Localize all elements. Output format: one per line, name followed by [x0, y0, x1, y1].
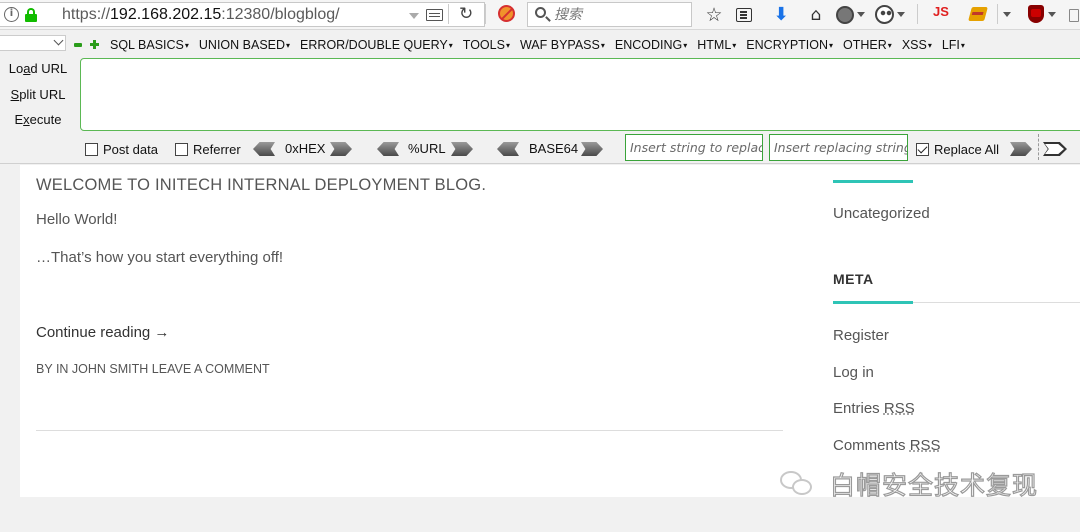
- menu-item-html[interactable]: HTML: [697, 38, 736, 52]
- menu-item-xss[interactable]: XSS: [902, 38, 932, 52]
- replace-string-input[interactable]: [625, 134, 763, 161]
- leave-comment-link[interactable]: LEAVE A COMMENT: [152, 362, 270, 376]
- widget-underline: [833, 180, 913, 183]
- noscript-icon[interactable]: [498, 5, 515, 22]
- post-data-option[interactable]: Post data: [85, 142, 158, 157]
- chevron-down-icon[interactable]: [1003, 12, 1011, 17]
- chevron-down-icon[interactable]: [1048, 12, 1056, 17]
- register-link[interactable]: Register: [833, 327, 889, 344]
- menu-item-encoding[interactable]: ENCODING: [615, 38, 687, 52]
- continue-reading-link[interactable]: Continue reading →: [36, 324, 169, 341]
- separator: [485, 4, 486, 24]
- hackbar-select[interactable]: [0, 35, 66, 51]
- meta-heading: META: [833, 271, 874, 287]
- entries-rss-link[interactable]: Entries RSS: [833, 400, 915, 417]
- library-icon[interactable]: [736, 8, 752, 22]
- search-icon: [535, 7, 546, 18]
- url-decode-arrow-icon[interactable]: [377, 142, 399, 156]
- post-meta: BY IN JOHN SMITH LEAVE A COMMENT: [36, 362, 270, 376]
- search-input[interactable]: [554, 5, 684, 24]
- hex-label: 0xHEX: [285, 141, 326, 156]
- reload-icon[interactable]: ↻: [459, 4, 473, 24]
- replace-next-arrow-icon[interactable]: [1043, 142, 1067, 156]
- watermark-text: 白帽安全技术复现: [829, 470, 1039, 500]
- url-encoding-label: %URL: [408, 141, 446, 156]
- search-box[interactable]: [527, 2, 692, 27]
- replace-arrow-icon[interactable]: [1010, 142, 1032, 156]
- menu-item-waf-bypass[interactable]: WAF BYPASS: [520, 38, 605, 52]
- lock-icon[interactable]: [25, 8, 37, 22]
- menu-item-union-based[interactable]: UNION BASED: [199, 38, 290, 52]
- separator: [997, 4, 998, 24]
- referrer-label: Referrer: [193, 142, 241, 157]
- menu-items: SQL BASICS UNION BASED ERROR/DOUBLE QUERY T…: [110, 38, 975, 52]
- info-icon[interactable]: i: [4, 7, 19, 22]
- base64-encode-arrow-icon[interactable]: [581, 142, 603, 156]
- menu-item-sql-basics[interactable]: SQL BASICS: [110, 38, 189, 52]
- login-link[interactable]: Log in: [833, 364, 874, 381]
- hackbar-icon[interactable]: [968, 7, 988, 21]
- watermark: 白帽安全技术复现: [780, 466, 1038, 502]
- base64-label: BASE64: [529, 141, 579, 156]
- decrease-icon[interactable]: [74, 43, 82, 47]
- ghostery-icon[interactable]: [836, 6, 854, 24]
- wechat-icon: [780, 469, 816, 499]
- referrer-option[interactable]: Referrer: [175, 142, 241, 157]
- url-text[interactable]: https://192.168.202.15:12380/blogblog/: [62, 6, 340, 24]
- hackbar-panel: Load URL Split URL Execute Post data Ref…: [0, 56, 1080, 164]
- url-textarea[interactable]: [80, 58, 1080, 131]
- address-bar[interactable]: i https://192.168.202.15:12380/blogblog/: [0, 2, 485, 27]
- post-paragraph: Hello World!: [36, 211, 118, 228]
- browser-toolbar: i https://192.168.202.15:12380/blogblog/…: [0, 0, 1080, 30]
- referrer-checkbox[interactable]: [175, 143, 188, 156]
- menu-item-tools[interactable]: TOOLS: [463, 38, 510, 52]
- menu-item-other[interactable]: OTHER: [843, 38, 892, 52]
- category-link[interactable]: Uncategorized: [833, 205, 930, 222]
- chevron-down-icon[interactable]: [897, 12, 905, 17]
- hackbar-menu: SQL BASICS UNION BASED ERROR/DOUBLE QUERY T…: [0, 30, 1080, 56]
- menu-item-lfi[interactable]: LFI: [942, 38, 965, 52]
- replace-all-option[interactable]: Replace All: [916, 142, 999, 157]
- replacing-string-input[interactable]: [769, 134, 908, 161]
- author-link[interactable]: JOHN SMITH: [72, 362, 148, 376]
- execute-button[interactable]: Execute: [0, 112, 76, 127]
- hex-encode-arrow-icon[interactable]: [330, 142, 352, 156]
- post-paragraph: …That’s how you start everything off!: [36, 249, 284, 266]
- ublock-icon[interactable]: [1028, 5, 1044, 23]
- menu-item-encryption[interactable]: ENCRYPTION: [746, 38, 833, 52]
- load-url-button[interactable]: Load URL: [0, 61, 76, 76]
- chevron-down-icon: [53, 35, 64, 46]
- replace-all-checkbox[interactable]: [916, 143, 929, 156]
- base64-decode-arrow-icon[interactable]: [497, 142, 519, 156]
- js-toggle-icon[interactable]: JS: [930, 4, 952, 26]
- separator: [917, 4, 918, 24]
- url-dropdown-icon[interactable]: [409, 13, 419, 19]
- separator: [1038, 134, 1039, 160]
- post-data-label: Post data: [103, 142, 158, 157]
- increase-icon[interactable]: [90, 40, 99, 49]
- widget-underline: [833, 301, 913, 304]
- separator: [448, 4, 449, 24]
- hex-decode-arrow-icon[interactable]: [253, 142, 275, 156]
- split-url-button[interactable]: Split URL: [0, 87, 76, 102]
- bookmark-star-icon[interactable]: ☆: [704, 4, 724, 26]
- replace-all-label: Replace All: [934, 142, 1000, 157]
- page-icon[interactable]: [1069, 9, 1079, 22]
- home-icon[interactable]: ⌂: [807, 4, 825, 26]
- post-data-checkbox[interactable]: [85, 143, 98, 156]
- chevron-down-icon[interactable]: [857, 12, 865, 17]
- download-icon[interactable]: ⬇: [773, 4, 789, 26]
- widget-rule: [913, 302, 1080, 303]
- post-title[interactable]: WELCOME TO INITECH INTERNAL DEPLOYMENT B…: [36, 176, 486, 195]
- palette-icon[interactable]: [875, 5, 894, 24]
- post-divider: [36, 430, 783, 431]
- blog-page: WELCOME TO INITECH INTERNAL DEPLOYMENT B…: [20, 165, 1080, 497]
- menu-item-error-double-query[interactable]: ERROR/DOUBLE QUERY: [300, 38, 453, 52]
- reader-view-icon[interactable]: [426, 9, 443, 21]
- url-encode-arrow-icon[interactable]: [451, 142, 473, 156]
- comments-rss-link[interactable]: Comments RSS: [833, 437, 941, 454]
